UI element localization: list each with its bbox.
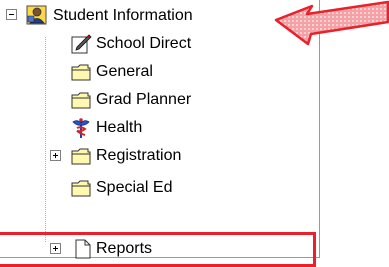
tree-item-label-grad-planner[interactable]: Grad Planner bbox=[96, 90, 191, 110]
tree-item-label-school-direct[interactable]: School Direct bbox=[96, 34, 191, 54]
expand-toggle-registration[interactable] bbox=[50, 150, 61, 161]
reports-highlight-box bbox=[0, 232, 316, 267]
tree-item-label-student-information[interactable]: Student Information bbox=[53, 6, 193, 26]
folder-icon bbox=[70, 89, 92, 111]
student-info-icon bbox=[26, 4, 48, 26]
folder-icon bbox=[70, 177, 92, 199]
tree-item-label-health[interactable]: Health bbox=[96, 118, 142, 138]
tree-item-label-registration[interactable]: Registration bbox=[96, 146, 181, 166]
folder-icon bbox=[70, 61, 92, 83]
tree-connector-line bbox=[45, 37, 46, 242]
tree-item-label-general[interactable]: General bbox=[96, 62, 153, 82]
caduceus-icon bbox=[70, 117, 92, 139]
tree-item-label-special-ed[interactable]: Special Ed bbox=[96, 178, 173, 198]
collapse-toggle-student-information[interactable] bbox=[6, 9, 17, 20]
folder-icon bbox=[70, 145, 92, 167]
edit-note-icon bbox=[70, 33, 92, 55]
